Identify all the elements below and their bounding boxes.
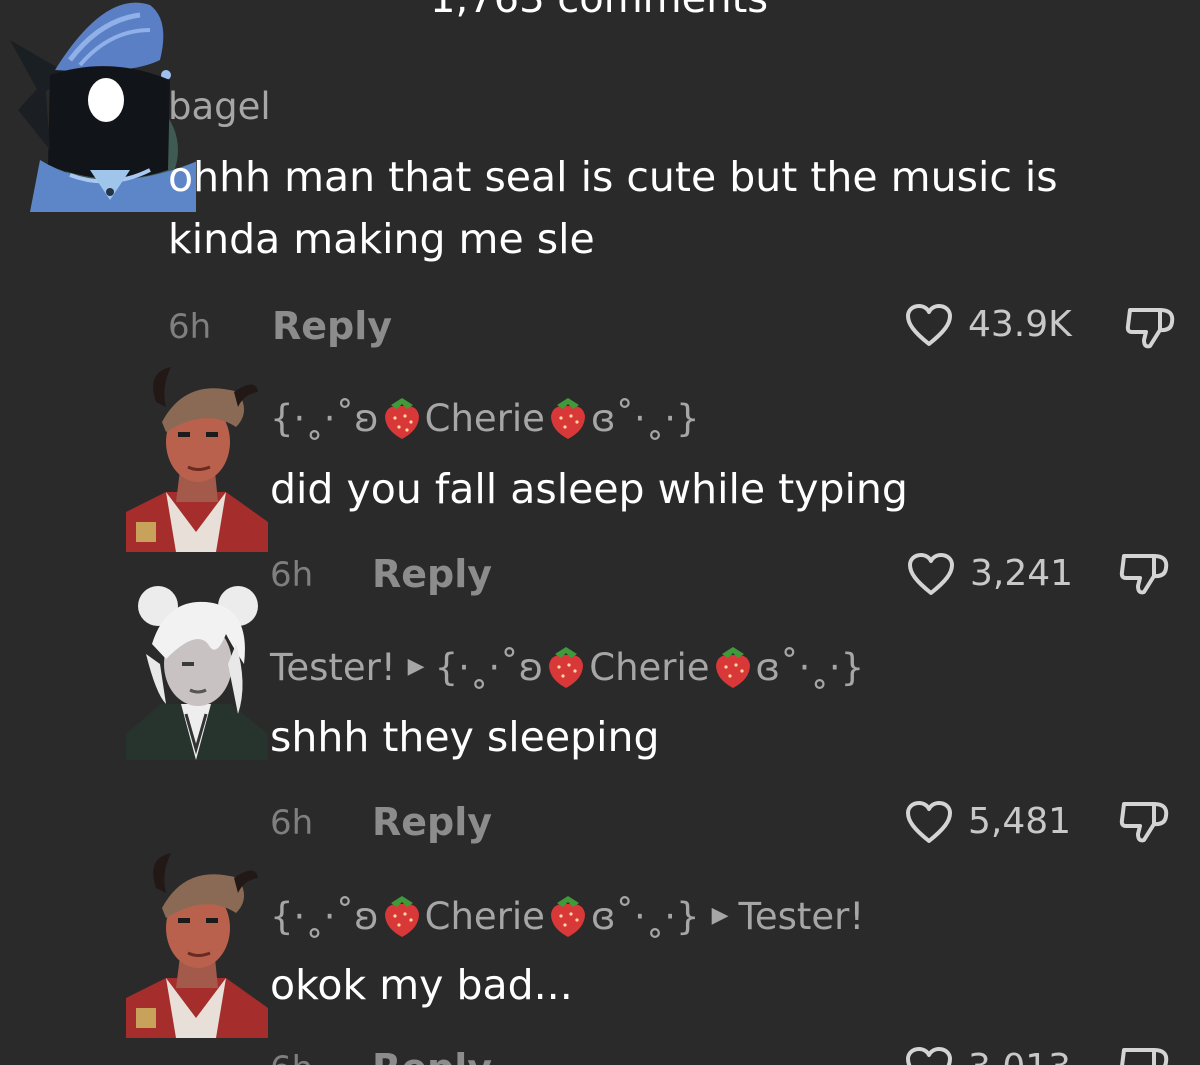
comment-username[interactable]: Tester! ▶ {·˳·˚ʚ Cherie ɞ˚·˳·}: [270, 645, 864, 689]
avatar-cherie[interactable]: [126, 362, 268, 552]
comment-text: ohhh man that seal is cute but the music…: [168, 146, 1058, 270]
thumbs-down-outline-icon: [1119, 802, 1169, 843]
avatar-tester[interactable]: [126, 584, 268, 760]
avatar-cherie[interactable]: [126, 848, 268, 1038]
thumbs-down-outline-icon: [1120, 1048, 1169, 1065]
dislike-button[interactable]: [1118, 1044, 1172, 1065]
comment-username[interactable]: {·˳·˚ʚ Cherie ɞ˚·˳·}: [270, 396, 700, 440]
play-triangle-icon: ▶: [711, 903, 729, 928]
strawberry-icon: [715, 647, 750, 688]
comment-count-label: 1,763 comments: [430, 0, 768, 22]
heart-outline-icon: [908, 553, 954, 595]
username-decoration: {·˳·˚ʚ: [270, 396, 379, 440]
username-decoration: ɞ˚·˳·}: [590, 396, 700, 440]
strawberry-icon: [550, 398, 585, 439]
like-button[interactable]: 3,013: [904, 1045, 1071, 1065]
reply-button[interactable]: Reply: [372, 803, 492, 841]
strawberry-icon: [384, 896, 419, 937]
like-button[interactable]: 5,481: [904, 799, 1071, 845]
like-count: 3,241: [970, 553, 1074, 594]
comment-text-line: ohhh man that seal is cute but the music…: [168, 153, 1058, 201]
comment-username[interactable]: bagel: [168, 88, 271, 125]
comment-text: shhh they sleeping: [270, 713, 660, 761]
reply-button[interactable]: Reply: [372, 1049, 492, 1065]
comment-username[interactable]: {·˳·˚ʚ Cherie ɞ˚·˳·} ▶ Tester!: [270, 894, 864, 938]
reply-to-username: ɞ˚·˳·}: [755, 645, 865, 689]
heart-outline-icon: [906, 304, 952, 346]
username-decoration: ɞ˚·˳·}: [590, 894, 700, 938]
comment-text-line: kinda making me sle: [168, 215, 595, 263]
username-name: Cherie: [424, 396, 545, 440]
strawberry-icon: [549, 647, 584, 688]
reply-button[interactable]: Reply: [372, 555, 492, 593]
like-count: 3,013: [968, 1050, 1071, 1065]
dislike-button[interactable]: [1124, 304, 1178, 354]
reply-button[interactable]: Reply: [272, 307, 392, 345]
username-name: Tester!: [270, 645, 396, 689]
comment-timestamp: 6h: [168, 307, 212, 347]
like-button[interactable]: 3,241: [906, 551, 1073, 597]
comment-text: did you fall asleep while typing: [270, 465, 908, 513]
thumbs-down-outline-icon: [1125, 308, 1175, 349]
dislike-button[interactable]: [1118, 798, 1172, 848]
thumbs-down-outline-icon: [1119, 554, 1169, 595]
heart-outline-icon: [906, 1047, 952, 1065]
strawberry-icon: [550, 896, 585, 937]
comment-timestamp: 6h: [270, 803, 314, 843]
reply-to-username: Cherie: [589, 645, 710, 689]
username-name: Cherie: [424, 894, 545, 938]
reply-to-username: Tester!: [738, 894, 865, 938]
heart-outline-icon: [906, 801, 952, 843]
like-button[interactable]: 43.9K: [904, 302, 1072, 348]
like-count: 5,481: [968, 801, 1072, 842]
comment-timestamp: 6h: [270, 1052, 313, 1065]
comment-timestamp: 6h: [270, 555, 314, 595]
like-count: 43.9K: [968, 304, 1072, 345]
comments-panel: 1,763 comments bagel ohhh man that seal …: [0, 0, 1200, 1065]
strawberry-icon: [384, 398, 419, 439]
dislike-button[interactable]: [1118, 550, 1172, 600]
reply-to-username: {·˳·˚ʚ: [434, 645, 544, 689]
username-decoration: {·˳·˚ʚ: [270, 894, 379, 938]
play-triangle-icon: ▶: [407, 654, 425, 679]
comment-text: okok my bad...: [270, 961, 573, 1009]
